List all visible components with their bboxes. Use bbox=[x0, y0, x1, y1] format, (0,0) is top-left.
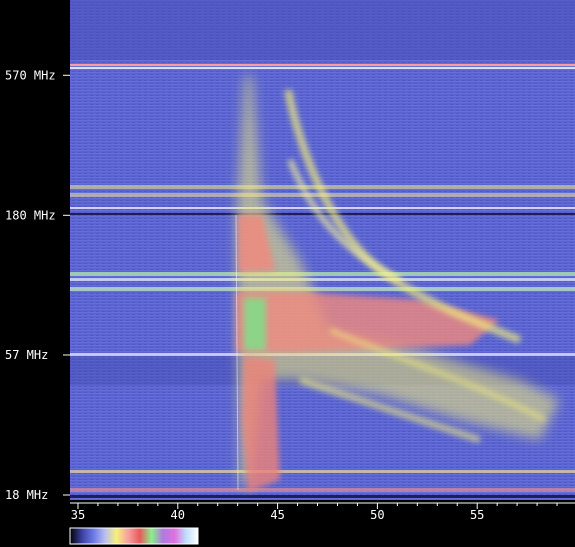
plot-area bbox=[70, 0, 575, 500]
interference-line bbox=[70, 207, 575, 209]
x-tick-label: 50 bbox=[370, 508, 384, 522]
burst-peak bbox=[244, 298, 266, 350]
y-axis: 570 MHz 180 MHz 57 MHz 18 MHz bbox=[5, 68, 70, 502]
x-tick-label: 45 bbox=[270, 508, 284, 522]
interference-line bbox=[70, 272, 575, 276]
y-tick-label: 57 MHz bbox=[5, 348, 48, 362]
x-tick-label: 55 bbox=[470, 508, 484, 522]
spectrogram-chart: 570 MHz 180 MHz 57 MHz 18 MHz 35 40 45 50 55 bbox=[5, 0, 575, 545]
top-band bbox=[70, 0, 575, 60]
colorbar bbox=[69, 527, 199, 545]
x-axis: 35 40 45 50 55 bbox=[70, 502, 575, 522]
interference-line bbox=[70, 64, 575, 66]
y-tick-label: 570 MHz bbox=[5, 68, 56, 82]
x-tick-label: 35 bbox=[71, 508, 85, 522]
y-tick-label: 180 MHz bbox=[5, 208, 56, 222]
burst-core-low bbox=[242, 356, 280, 492]
interference-line bbox=[70, 470, 575, 473]
colorbar-strip bbox=[69, 527, 199, 545]
interference-line bbox=[70, 287, 575, 291]
x-tick-label: 40 bbox=[171, 508, 185, 522]
interference-line bbox=[70, 278, 575, 281]
interference-line bbox=[70, 495, 575, 498]
interference-line bbox=[70, 488, 575, 492]
interference-line bbox=[70, 67, 575, 69]
y-tick-label: 18 MHz bbox=[5, 488, 48, 502]
